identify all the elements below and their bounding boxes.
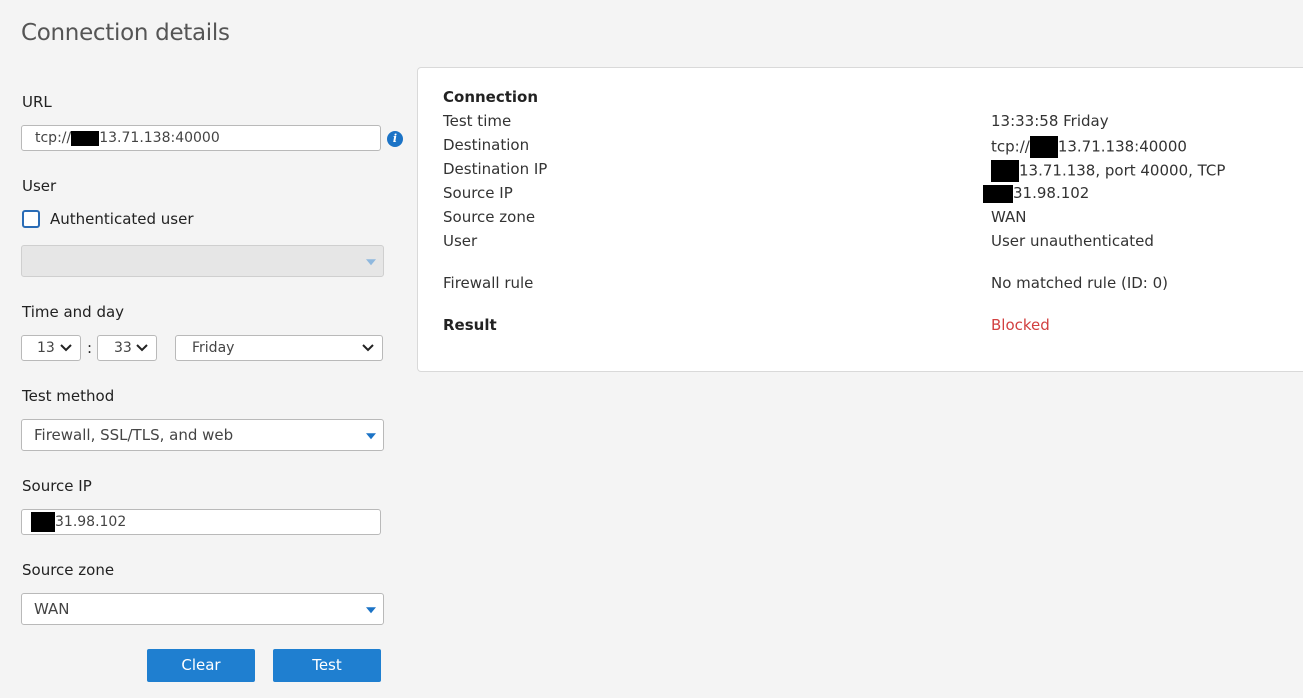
firewall-rule-value: No matched rule (ID: 0) [991,274,1169,292]
test-button[interactable]: Test [273,649,381,682]
time-separator: : [87,339,93,357]
source-zone-label: Source zone [22,561,115,579]
destination-ip-value: 13.71.138, port 40000, TCP [1019,161,1226,180]
redacted-block [983,184,1013,203]
url-value: 13.71.138:40000 [99,130,220,146]
result-label: Result [443,316,497,334]
destination-row: tcp:// 13.71.138:40000 [991,136,1187,158]
url-label: URL [22,93,52,111]
page-title: Connection details [21,20,230,46]
source-zone-result-value: WAN [991,208,1027,226]
destination-ip-row: 13.71.138, port 40000, TCP [991,160,1225,182]
chevron-down-icon [362,344,374,352]
source-ip-result-label: Source IP [443,184,513,202]
url-prefix: tcp:// [35,130,72,146]
result-value: Blocked [991,316,1050,334]
test-method-label: Test method [22,387,115,405]
redacted-block [31,512,55,532]
test-time-label: Test time [443,112,512,130]
info-icon[interactable]: i [387,131,403,147]
source-zone-result-label: Source zone [443,208,536,226]
source-ip-input[interactable]: 31.98.102 [21,509,381,535]
connection-heading: Connection [443,88,539,106]
source-zone-value: WAN [34,600,70,618]
authenticated-user-label: Authenticated user [50,210,194,228]
destination-prefix: tcp:// [991,137,1030,156]
time-and-day-label: Time and day [22,303,125,321]
hour-value: 13 [37,340,55,356]
connection-details-page: Connection details URL tcp:// 13.71.138:4… [0,0,1303,698]
chevron-down-icon [136,344,148,352]
destination-value: 13.71.138:40000 [1057,137,1187,156]
url-input[interactable]: tcp:// 13.71.138:40000 [21,125,381,151]
minute-select[interactable]: 33 [97,335,157,361]
redacted-block [1029,136,1058,158]
user-label: User [22,177,57,195]
user-result-value: User unauthenticated [991,232,1154,250]
hour-select[interactable]: 13 [21,335,81,361]
source-zone-select[interactable]: WAN [21,593,384,625]
dropdown-triangle-icon [366,259,376,266]
source-ip-result-row: 31.98.102 [983,184,1089,203]
source-ip-label: Source IP [22,477,92,495]
redacted-block [991,160,1019,182]
redacted-block [71,130,100,146]
day-value: Friday [192,340,235,356]
result-panel [417,67,1303,372]
test-time-value: 13:33:58 Friday [991,112,1109,130]
clear-button[interactable]: Clear [147,649,255,682]
user-result-label: User [443,232,478,250]
chevron-down-icon [60,344,72,352]
user-select [21,245,384,277]
source-ip-value: 31.98.102 [55,514,127,530]
dropdown-triangle-icon [366,433,376,440]
firewall-rule-label: Firewall rule [443,274,534,292]
dropdown-triangle-icon [366,607,376,614]
minute-value: 33 [114,340,132,356]
destination-ip-label: Destination IP [443,160,548,178]
test-method-select[interactable]: Firewall, SSL/TLS, and web [21,419,384,451]
test-method-value: Firewall, SSL/TLS, and web [34,426,234,444]
destination-label: Destination [443,136,530,154]
source-ip-result-value: 31.98.102 [1013,184,1090,202]
authenticated-user-checkbox[interactable] [22,210,40,228]
day-select[interactable]: Friday [175,335,383,361]
